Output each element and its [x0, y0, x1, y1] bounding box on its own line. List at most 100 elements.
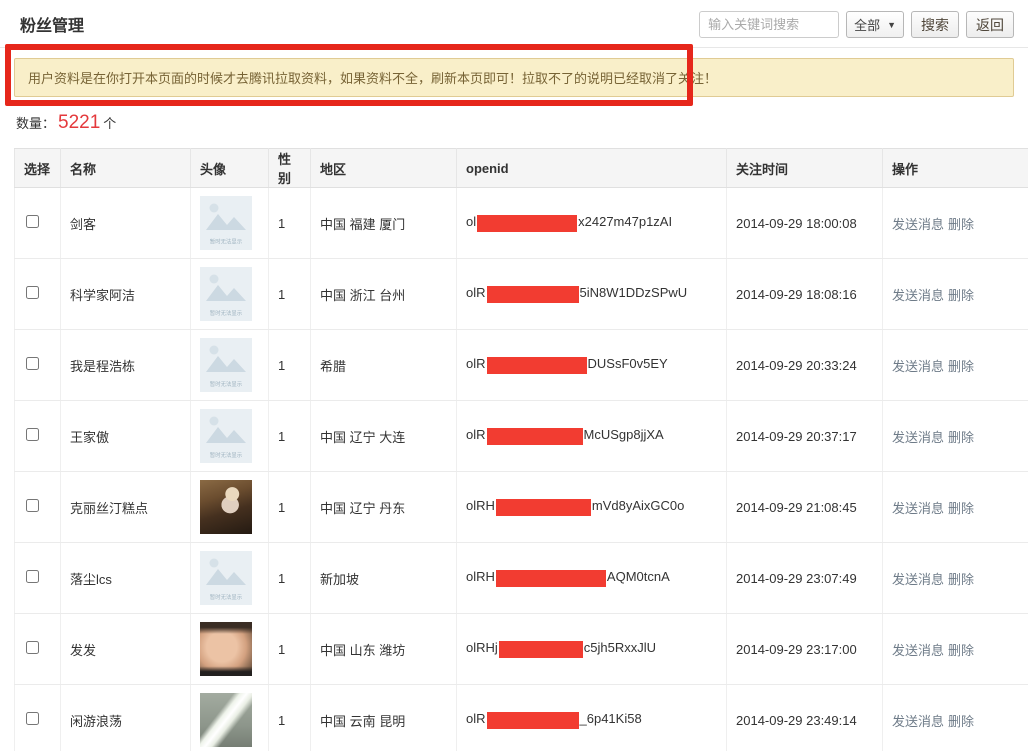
send-message-link[interactable]: 发送消息	[892, 643, 944, 658]
region: 新加坡	[320, 572, 359, 587]
openid-redaction	[496, 570, 606, 587]
gender: 1	[278, 429, 285, 444]
filter-select[interactable]: 全部 ▼	[846, 11, 904, 38]
follow-time: 2014-09-29 18:00:08	[736, 216, 857, 231]
openid-prefix: olR	[466, 427, 486, 442]
follow-time: 2014-09-29 20:33:24	[736, 358, 857, 373]
filter-selected-value: 全部	[854, 15, 880, 34]
openid-redaction	[487, 286, 579, 303]
image-placeholder-icon	[204, 271, 248, 307]
region: 中国 山东 潍坊	[320, 643, 405, 658]
delete-link[interactable]: 删除	[948, 288, 974, 303]
gender: 1	[278, 642, 285, 657]
send-message-link[interactable]: 发送消息	[892, 430, 944, 445]
openid-suffix: x2427m47p1zAI	[578, 214, 672, 229]
fan-name: 剑客	[70, 217, 96, 232]
table-row: 发发 1 中国 山东 潍坊 olRHjc5jh5RxxJlU 2014-09-2…	[15, 614, 1028, 685]
row-checkbox[interactable]	[26, 357, 39, 370]
avatar	[200, 622, 252, 676]
table-row: 我是程浩栋 暂时无法显示 1 希腊 olRDUSsF0v5EY 2014-0	[15, 330, 1028, 401]
region: 中国 浙江 台州	[320, 288, 405, 303]
region: 中国 福建 厦门	[320, 217, 405, 232]
count-value: 5221	[58, 112, 100, 134]
send-message-link[interactable]: 发送消息	[892, 501, 944, 516]
openid-suffix: McUSgp8jjXA	[584, 427, 664, 442]
gender: 1	[278, 216, 285, 231]
row-checkbox[interactable]	[26, 499, 39, 512]
gender: 1	[278, 500, 285, 515]
follow-time: 2014-09-29 23:17:00	[736, 642, 857, 657]
row-checkbox[interactable]	[26, 428, 39, 441]
row-checkbox[interactable]	[26, 570, 39, 583]
broken-image-placeholder: 暂时无法显示	[200, 551, 252, 605]
row-checkbox[interactable]	[26, 215, 39, 228]
gender: 1	[278, 358, 285, 373]
region: 希腊	[320, 359, 346, 374]
send-message-link[interactable]: 发送消息	[892, 359, 944, 374]
follow-time: 2014-09-29 23:07:49	[736, 571, 857, 586]
delete-link[interactable]: 删除	[948, 714, 974, 729]
search-input[interactable]	[699, 11, 839, 38]
openid-suffix: AQM0tcnA	[607, 569, 670, 584]
table-row: 王家傲 暂时无法显示 1 中国 辽宁 大连 olRMcUSgp8jjXA 2	[15, 401, 1028, 472]
row-checkbox[interactable]	[26, 641, 39, 654]
broken-image-placeholder: 暂时无法显示	[200, 267, 252, 321]
openid-suffix: _6p41Ki58	[580, 711, 642, 726]
avatar	[200, 480, 252, 534]
row-checkbox[interactable]	[26, 286, 39, 299]
openid-suffix: c5jh5RxxJlU	[584, 640, 656, 655]
openid-prefix: ol	[466, 214, 476, 229]
row-checkbox[interactable]	[26, 712, 39, 725]
openid-prefix: olRHj	[466, 640, 498, 655]
toolbar: 全部 ▼ 搜索 返回	[699, 11, 1014, 38]
openid-redaction	[487, 428, 583, 445]
gender: 1	[278, 713, 285, 728]
header-divider	[0, 47, 1028, 48]
table-header-row: 选择 名称 头像 性别 地区 openid 关注时间 操作	[15, 149, 1028, 188]
region: 中国 云南 昆明	[320, 714, 405, 729]
openid-redaction	[487, 357, 587, 374]
header-name: 名称	[61, 149, 191, 188]
header-avatar: 头像	[191, 149, 269, 188]
delete-link[interactable]: 删除	[948, 430, 974, 445]
header-actions: 操作	[883, 149, 1028, 188]
fan-count: 数量： 5221 个	[16, 112, 116, 134]
delete-link[interactable]: 删除	[948, 501, 974, 516]
delete-link[interactable]: 删除	[948, 572, 974, 587]
fan-name: 闲游浪荡	[70, 714, 122, 729]
image-placeholder-icon	[204, 413, 248, 449]
openid-redaction	[496, 499, 591, 516]
page-title: 粉丝管理	[20, 12, 84, 36]
back-button[interactable]: 返回	[966, 11, 1014, 38]
notice-banner: 用户资料是在你打开本页面的时候才去腾讯拉取资料，如果资料不全，刷新本页即可！拉取…	[14, 58, 1014, 97]
send-message-link[interactable]: 发送消息	[892, 572, 944, 587]
header-region: 地区	[311, 149, 457, 188]
gender: 1	[278, 287, 285, 302]
avatar-caption: 暂时无法显示	[210, 379, 242, 387]
delete-link[interactable]: 删除	[948, 643, 974, 658]
openid-prefix: olRH	[466, 569, 495, 584]
fans-table: 选择 名称 头像 性别 地区 openid 关注时间 操作 剑客	[14, 148, 1028, 751]
send-message-link[interactable]: 发送消息	[892, 714, 944, 729]
broken-image-placeholder: 暂时无法显示	[200, 196, 252, 250]
image-placeholder-icon	[204, 342, 248, 378]
send-message-link[interactable]: 发送消息	[892, 217, 944, 232]
avatar: 暂时无法显示	[200, 551, 252, 605]
count-unit: 个	[103, 113, 116, 132]
follow-time: 2014-09-29 23:49:14	[736, 713, 857, 728]
broken-image-placeholder: 暂时无法显示	[200, 409, 252, 463]
openid-suffix: DUSsF0v5EY	[588, 356, 668, 371]
region: 中国 辽宁 大连	[320, 430, 405, 445]
region: 中国 辽宁 丹东	[320, 501, 405, 516]
openid-prefix: olR	[466, 711, 486, 726]
delete-link[interactable]: 删除	[948, 359, 974, 374]
delete-link[interactable]: 删除	[948, 217, 974, 232]
openid-prefix: olR	[466, 356, 486, 371]
openid-suffix: 5iN8W1DDzSPwU	[580, 285, 688, 300]
send-message-link[interactable]: 发送消息	[892, 288, 944, 303]
search-button[interactable]: 搜索	[911, 11, 959, 38]
openid-prefix: olRH	[466, 498, 495, 513]
image-placeholder-icon	[204, 555, 248, 591]
avatar-caption: 暂时无法显示	[210, 237, 242, 245]
count-label: 数量：	[16, 113, 55, 132]
